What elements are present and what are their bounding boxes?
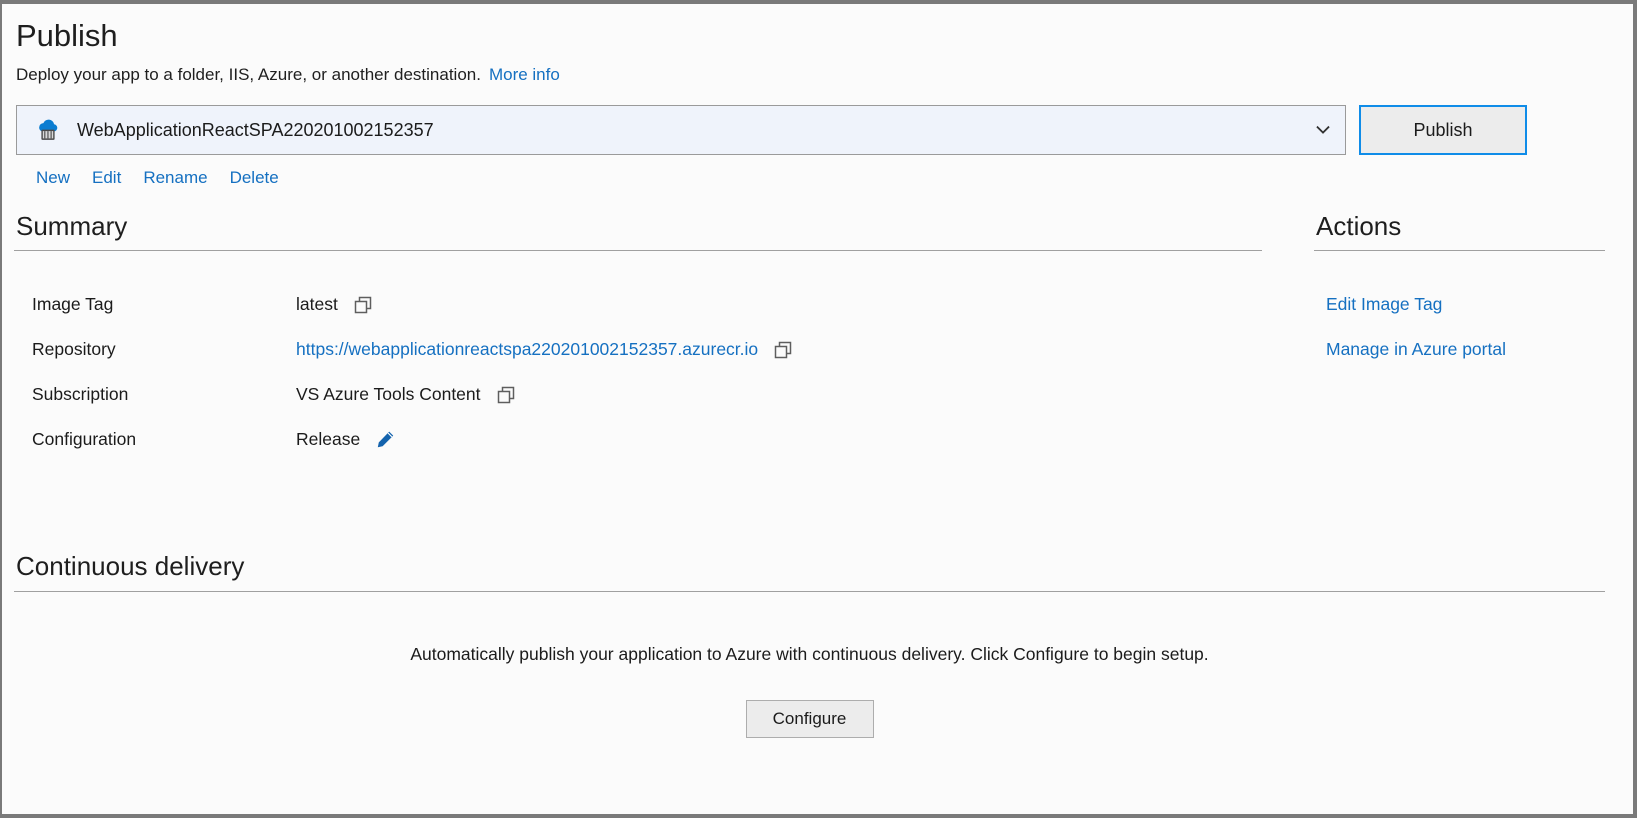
azure-container-registry-icon — [33, 115, 63, 145]
summary-divider — [14, 250, 1262, 251]
edit-image-tag-link[interactable]: Edit Image Tag — [1326, 294, 1442, 315]
publish-profile-dropdown[interactable]: WebApplicationReactSPA220201002152357 — [16, 105, 1346, 155]
summary-row-subscription: Subscription VS Azure Tools Content — [14, 372, 1262, 417]
chevron-down-icon[interactable] — [1315, 122, 1331, 138]
summary-rows: Image Tag latest Repository https://weba… — [14, 282, 1262, 462]
publish-dialog: Publish Deploy your app to a folder, IIS… — [0, 0, 1637, 818]
summary-actions-columns: Summary Image Tag latest Repository http… — [14, 210, 1605, 462]
continuous-delivery-description: Automatically publish your application t… — [410, 644, 1209, 664]
copy-icon[interactable] — [774, 341, 792, 359]
summary-value-cell: https://webapplicationreactspa2202010021… — [296, 339, 792, 360]
subtitle-text: Deploy your app to a folder, IIS, Azure,… — [16, 65, 481, 84]
publish-profile-name: WebApplicationReactSPA220201002152357 — [77, 119, 434, 140]
configure-button[interactable]: Configure — [745, 700, 874, 738]
publish-button[interactable]: Publish — [1359, 105, 1527, 155]
continuous-delivery-button-row: Configure — [14, 700, 1605, 738]
actions-section: Actions Edit Image Tag Manage in Azure p… — [1314, 210, 1605, 462]
column-spacer — [1262, 210, 1314, 462]
summary-row-configuration: Configuration Release — [14, 417, 1262, 462]
delete-profile-link[interactable]: Delete — [230, 168, 279, 188]
summary-label: Subscription — [32, 384, 129, 404]
actions-heading: Actions — [1316, 211, 1402, 241]
page-subtitle: Deploy your app to a folder, IIS, Azure,… — [16, 64, 1605, 86]
rename-profile-link[interactable]: Rename — [143, 168, 207, 188]
actions-list: Edit Image Tag Manage in Azure portal — [1314, 282, 1605, 372]
repository-url-link[interactable]: https://webapplicationreactspa2202010021… — [296, 339, 758, 360]
continuous-delivery-heading: Continuous delivery — [16, 551, 245, 581]
copy-icon[interactable] — [497, 386, 515, 404]
more-info-link[interactable]: More info — [489, 65, 560, 84]
action-item: Manage in Azure portal — [1314, 327, 1605, 372]
continuous-delivery-divider — [14, 591, 1605, 592]
summary-label: Image Tag — [32, 294, 114, 314]
action-item: Edit Image Tag — [1314, 282, 1605, 327]
summary-heading: Summary — [16, 211, 128, 241]
subscription-value: VS Azure Tools Content — [296, 384, 481, 404]
continuous-delivery-section: Continuous delivery Automatically publis… — [14, 550, 1605, 738]
profile-actions: New Edit Rename Delete — [36, 168, 1605, 188]
actions-divider — [1314, 250, 1605, 251]
image-tag-value: latest — [296, 294, 338, 314]
summary-label: Repository — [32, 339, 116, 359]
profile-selector-row: WebApplicationReactSPA220201002152357 Pu… — [16, 105, 1605, 155]
page-title: Publish — [16, 18, 118, 53]
summary-row-repository: Repository https://webapplicationreactsp… — [14, 327, 1262, 372]
summary-label: Configuration — [32, 429, 137, 449]
manage-in-azure-portal-link[interactable]: Manage in Azure portal — [1326, 339, 1506, 360]
pencil-icon[interactable] — [376, 430, 395, 449]
summary-section: Summary Image Tag latest Repository http… — [14, 210, 1262, 462]
summary-value-cell: latest — [296, 294, 372, 315]
summary-row-image-tag: Image Tag latest — [14, 282, 1262, 327]
copy-icon[interactable] — [354, 296, 372, 314]
edit-profile-link[interactable]: Edit — [92, 168, 121, 188]
summary-value-cell: Release — [296, 429, 395, 450]
new-profile-link[interactable]: New — [36, 168, 70, 188]
configuration-value: Release — [296, 429, 361, 449]
summary-value-cell: VS Azure Tools Content — [296, 384, 515, 405]
